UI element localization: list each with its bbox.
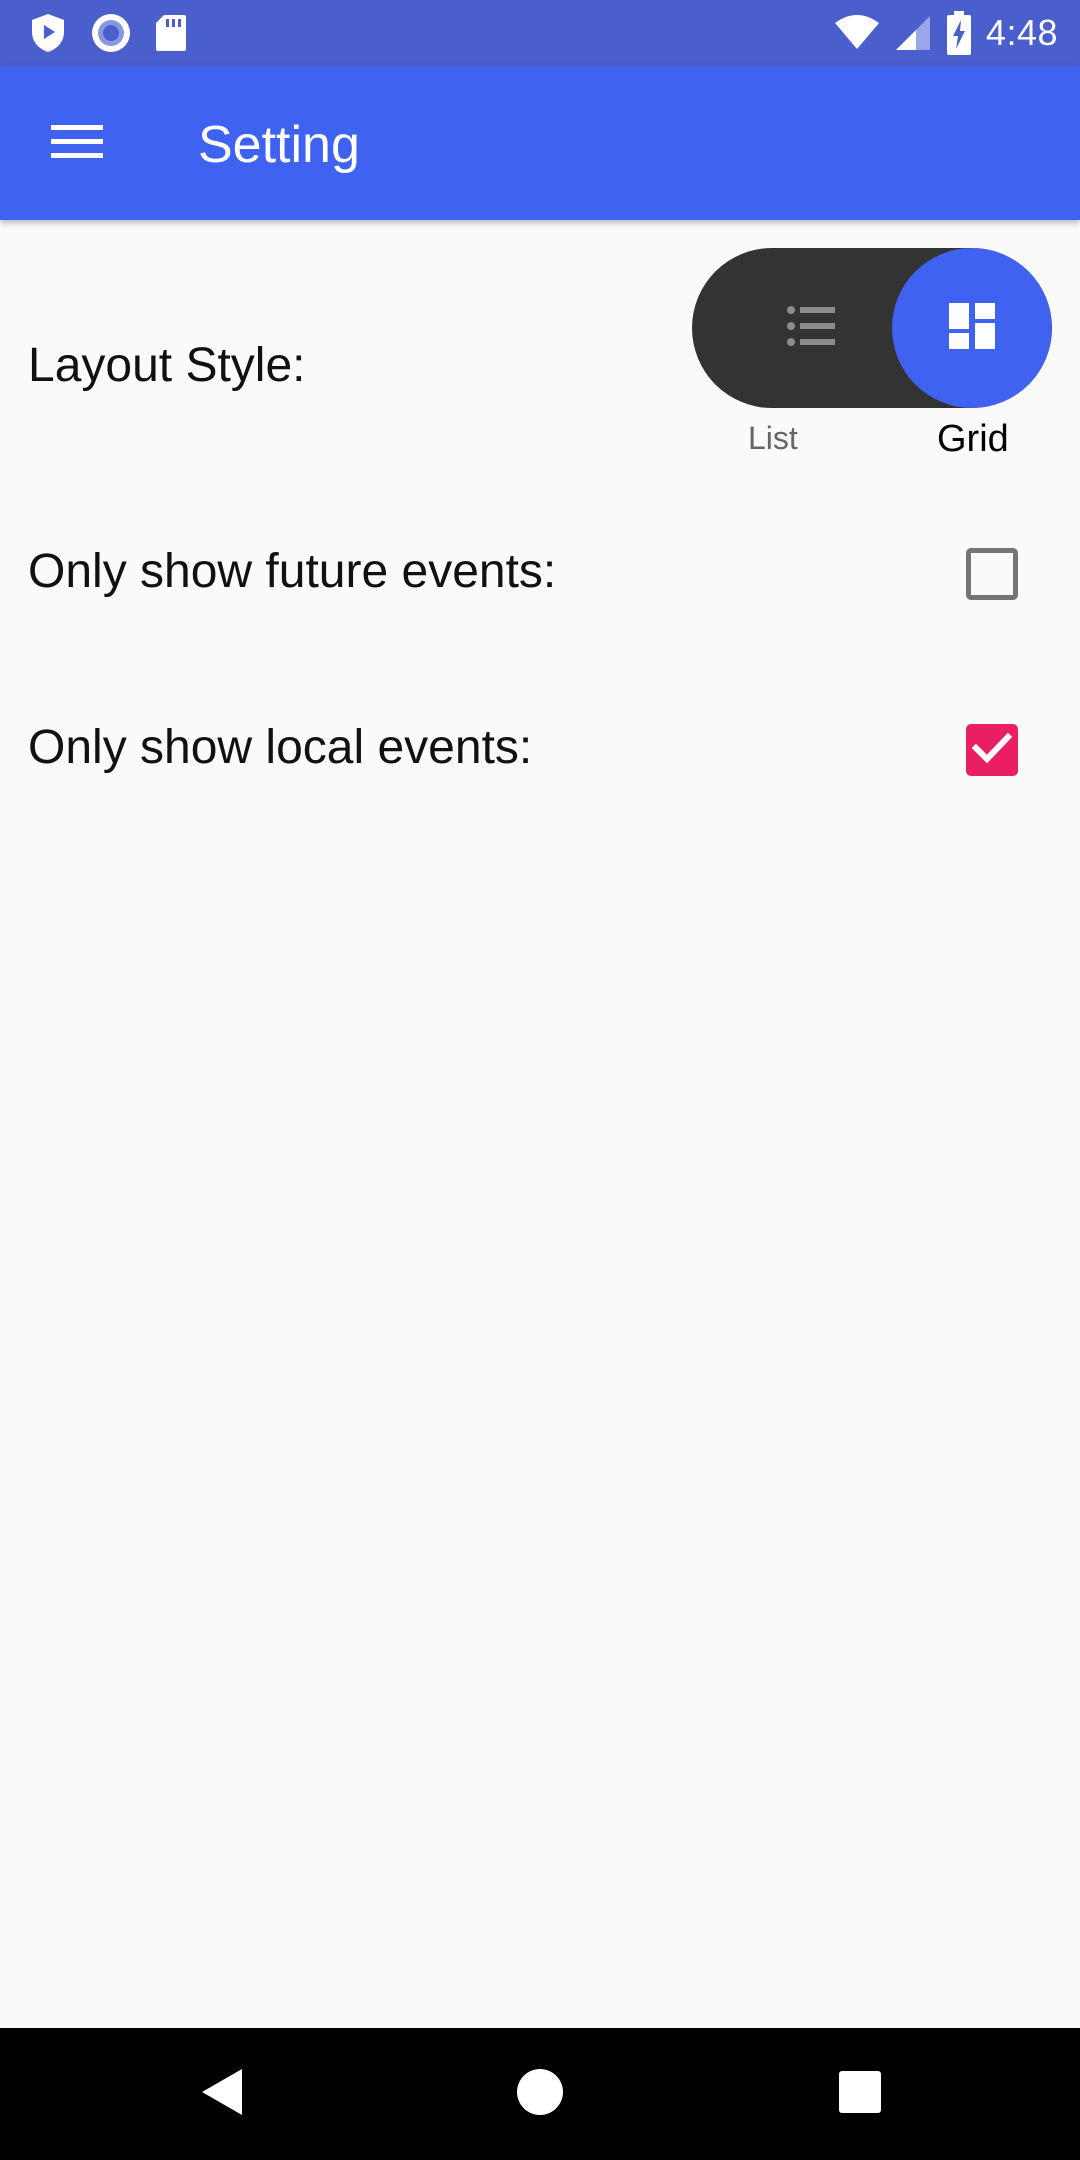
battery-charging-icon <box>946 11 972 55</box>
page-title: Setting <box>198 116 360 174</box>
grid-option-button[interactable] <box>892 248 1052 408</box>
grid-icon <box>949 302 995 354</box>
sd-card-icon <box>154 13 188 53</box>
local-events-checkbox[interactable] <box>966 724 1018 776</box>
signal-icon <box>894 14 932 52</box>
back-button[interactable] <box>184 2056 260 2132</box>
home-icon <box>516 2068 564 2121</box>
check-icon <box>971 732 1013 769</box>
recents-button[interactable] <box>822 2056 898 2132</box>
menu-button[interactable] <box>40 106 114 180</box>
future-events-label: Only show future events: <box>28 545 557 598</box>
home-button[interactable] <box>502 2056 578 2132</box>
layout-style-toggle[interactable] <box>692 248 1052 408</box>
local-events-label: Only show local events: <box>28 721 533 774</box>
grid-caption: Grid <box>937 418 1009 460</box>
shield-play-icon <box>28 12 68 54</box>
status-right-icons: 4:48 <box>834 0 1058 66</box>
app-bar: Setting <box>0 66 1080 220</box>
status-bar: 4:48 <box>0 0 1080 66</box>
navigation-bar <box>0 2028 1080 2160</box>
status-time: 4:48 <box>985 12 1058 53</box>
list-option-button[interactable] <box>732 248 892 408</box>
layout-style-label: Layout Style: <box>28 339 306 392</box>
recents-icon <box>839 2070 881 2118</box>
back-icon <box>200 2067 244 2122</box>
circle-record-icon <box>90 12 132 54</box>
list-caption: List <box>748 420 798 456</box>
wifi-icon <box>834 15 880 51</box>
list-icon <box>787 305 837 351</box>
menu-icon <box>51 123 103 164</box>
status-left-icons <box>28 12 188 54</box>
future-events-checkbox[interactable] <box>966 548 1018 600</box>
